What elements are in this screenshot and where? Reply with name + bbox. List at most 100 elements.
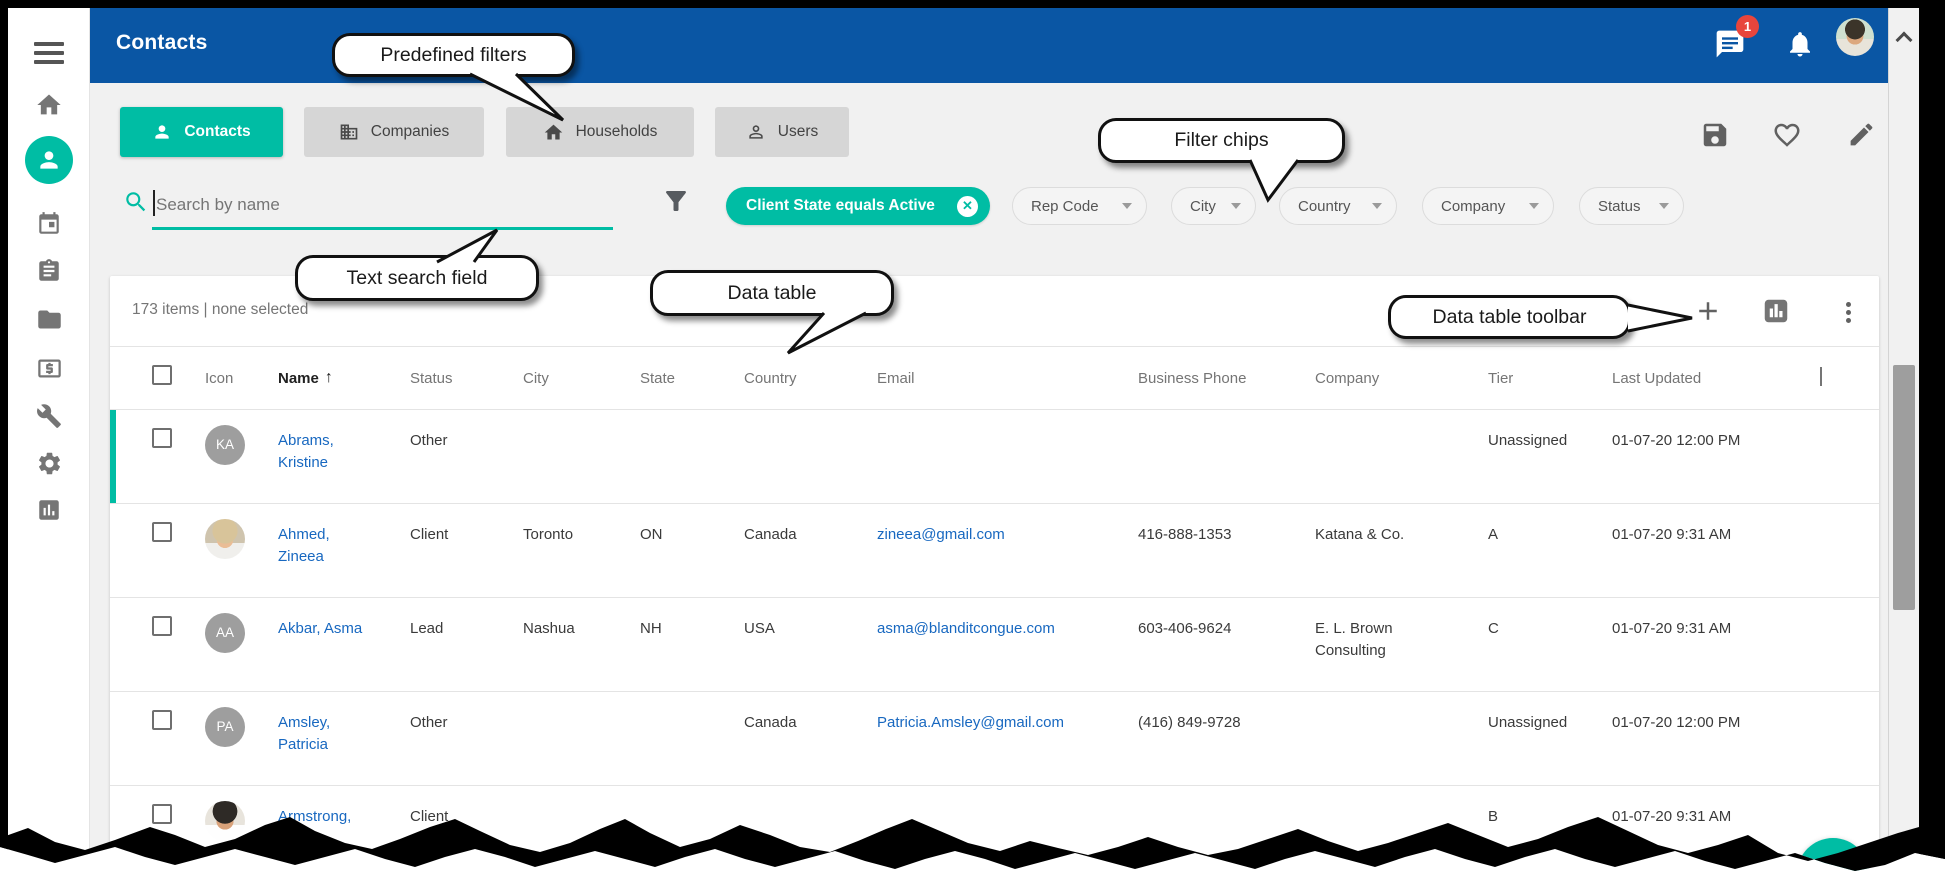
filter-chip-country[interactable]: Country (1279, 187, 1397, 225)
cell-last-updated: 01-07-20 12:00 PM (1612, 410, 1820, 452)
cell-business-phone (1138, 410, 1315, 430)
filter-button[interactable] (660, 186, 692, 218)
row-checkbox[interactable] (152, 616, 172, 636)
table-header-row: Icon Name↑ Status City State Country Ema… (110, 346, 1879, 410)
scrollbar-thumb[interactable] (1893, 365, 1915, 610)
predefined-filter-companies[interactable]: Companies (304, 107, 484, 157)
contact-name-link[interactable]: Armstrong, (278, 806, 351, 828)
data-table-panel: 173 items | none selected Icon Name↑ Sta… (110, 276, 1879, 872)
building-icon (339, 122, 359, 142)
cell-email-link[interactable]: asma@blanditcongue.com (877, 620, 1055, 637)
contact-name-link[interactable]: Akbar, Asma (278, 618, 362, 640)
cell-last-updated: 01-07-20 9:31 AM (1612, 786, 1820, 828)
sidebar-item-settings[interactable] (8, 448, 90, 478)
column-header-company[interactable]: Company (1315, 370, 1488, 387)
cell-city (523, 786, 640, 806)
clipboard-icon (36, 258, 62, 284)
user-avatar[interactable] (1836, 18, 1874, 56)
cell-country (744, 410, 877, 430)
remove-filter-icon[interactable]: ✕ (957, 196, 978, 217)
vertical-scrollbar[interactable] (1888, 8, 1919, 872)
contact-avatar (205, 519, 245, 559)
add-button[interactable] (1692, 296, 1724, 328)
chip-label: Status (1598, 198, 1641, 215)
cell-country: Canada (744, 504, 877, 546)
sidebar-item-tasks[interactable] (8, 256, 90, 286)
more-options-button[interactable] (1832, 296, 1864, 328)
contact-name-link[interactable]: Amsley, Patricia (278, 712, 368, 756)
sidebar-item-home[interactable] (8, 90, 90, 120)
column-header-state[interactable]: State (640, 370, 744, 387)
cell-tier: C (1488, 598, 1612, 640)
contact-name-link[interactable]: Ahmed, Zineea (278, 524, 368, 568)
favorite-button[interactable] (1770, 119, 1804, 153)
column-header-status[interactable]: Status (410, 370, 523, 387)
page-title: Contacts (116, 31, 207, 55)
table-row[interactable]: KA Abrams, Kristine Other Unassigned 01-… (110, 410, 1879, 504)
sidebar-item-calendar[interactable] (8, 209, 90, 239)
notifications-button[interactable] (1784, 29, 1816, 61)
edit-button[interactable] (1844, 119, 1878, 153)
row-checkbox[interactable] (152, 522, 172, 542)
contact-name-link[interactable]: Abrams, Kristine (278, 430, 368, 474)
chevron-down-icon (1659, 203, 1669, 209)
cell-business-phone (1138, 786, 1315, 806)
table-row[interactable]: Armstrong, Client B 01-07-20 9:31 AM (110, 786, 1879, 872)
cell-email-link[interactable]: Patricia.Amsley@gmail.com (877, 714, 1064, 731)
filter-chip-city[interactable]: City (1171, 187, 1256, 225)
row-checkbox[interactable] (152, 804, 172, 824)
sidebar-item-billing[interactable] (8, 353, 90, 383)
cell-company: Katana & Co. (1315, 524, 1404, 546)
predefined-filter-contacts[interactable]: Contacts (120, 107, 283, 157)
cell-last-updated: 01-07-20 9:31 AM (1612, 504, 1820, 546)
search-icon (123, 189, 149, 220)
cell-status: Client (410, 504, 523, 546)
row-checkbox[interactable] (152, 710, 172, 730)
predefined-filter-households[interactable]: Households (506, 107, 694, 157)
sidebar-item-reports[interactable] (8, 495, 90, 525)
app-window: Contacts 1 Contacts Companies (8, 8, 1919, 872)
active-filter-chip[interactable]: Client State equals Active ✕ (726, 187, 990, 225)
column-header-email[interactable]: Email (877, 370, 1138, 387)
hamburger-menu-icon[interactable] (23, 36, 75, 70)
column-header-business-phone[interactable]: Business Phone (1138, 370, 1315, 387)
chevron-right-icon[interactable] (1820, 367, 1822, 386)
scroll-up-arrow-icon[interactable] (1896, 32, 1913, 49)
column-header-last-updated[interactable]: Last Updated (1612, 370, 1820, 387)
search-input[interactable] (156, 190, 586, 220)
sidebar-item-contacts[interactable] (8, 136, 90, 184)
predefined-filter-users[interactable]: Users (715, 107, 849, 157)
filter-chip-rep-code[interactable]: Rep Code (1012, 187, 1147, 225)
row-checkbox[interactable] (152, 428, 172, 448)
chip-label: Company (1441, 198, 1505, 215)
house-icon (543, 122, 564, 143)
cell-state (640, 692, 744, 712)
save-view-button[interactable] (1698, 119, 1732, 153)
cell-city: Nashua (523, 598, 640, 640)
sidebar (8, 8, 90, 872)
chart-view-button[interactable] (1760, 296, 1792, 328)
table-row[interactable]: PA Amsley, Patricia Other Canada Patrici… (110, 692, 1879, 786)
cell-city: Toronto (523, 504, 640, 546)
cell-business-phone: 603-406-9624 (1138, 598, 1315, 640)
tab-label: Users (778, 123, 818, 141)
cell-email-link[interactable]: zineea@gmail.com (877, 526, 1005, 543)
save-icon (1700, 120, 1730, 150)
column-header-name[interactable]: Name↑ (278, 369, 410, 387)
table-row[interactable]: Ahmed, Zineea Client Toronto ON Canada z… (110, 504, 1879, 598)
filter-chip-status[interactable]: Status (1579, 187, 1684, 225)
cell-state (640, 410, 744, 430)
active-filter-label: Client State equals Active (746, 197, 935, 215)
column-header-city[interactable]: City (523, 370, 640, 387)
chevron-down-icon (1231, 203, 1241, 209)
select-all-checkbox[interactable] (152, 365, 172, 385)
sidebar-item-files[interactable] (8, 304, 90, 334)
column-header-tier[interactable]: Tier (1488, 370, 1612, 387)
cell-business-phone: (416) 849-9728 (1138, 692, 1315, 734)
filter-chip-company[interactable]: Company (1422, 187, 1554, 225)
sidebar-item-tools[interactable] (8, 401, 90, 431)
table-row[interactable]: AA Akbar, Asma Lead Nashua NH USA asma@b… (110, 598, 1879, 692)
column-header-country[interactable]: Country (744, 370, 877, 387)
cell-tier: B (1488, 786, 1612, 828)
column-header-icon[interactable]: Icon (205, 370, 278, 387)
